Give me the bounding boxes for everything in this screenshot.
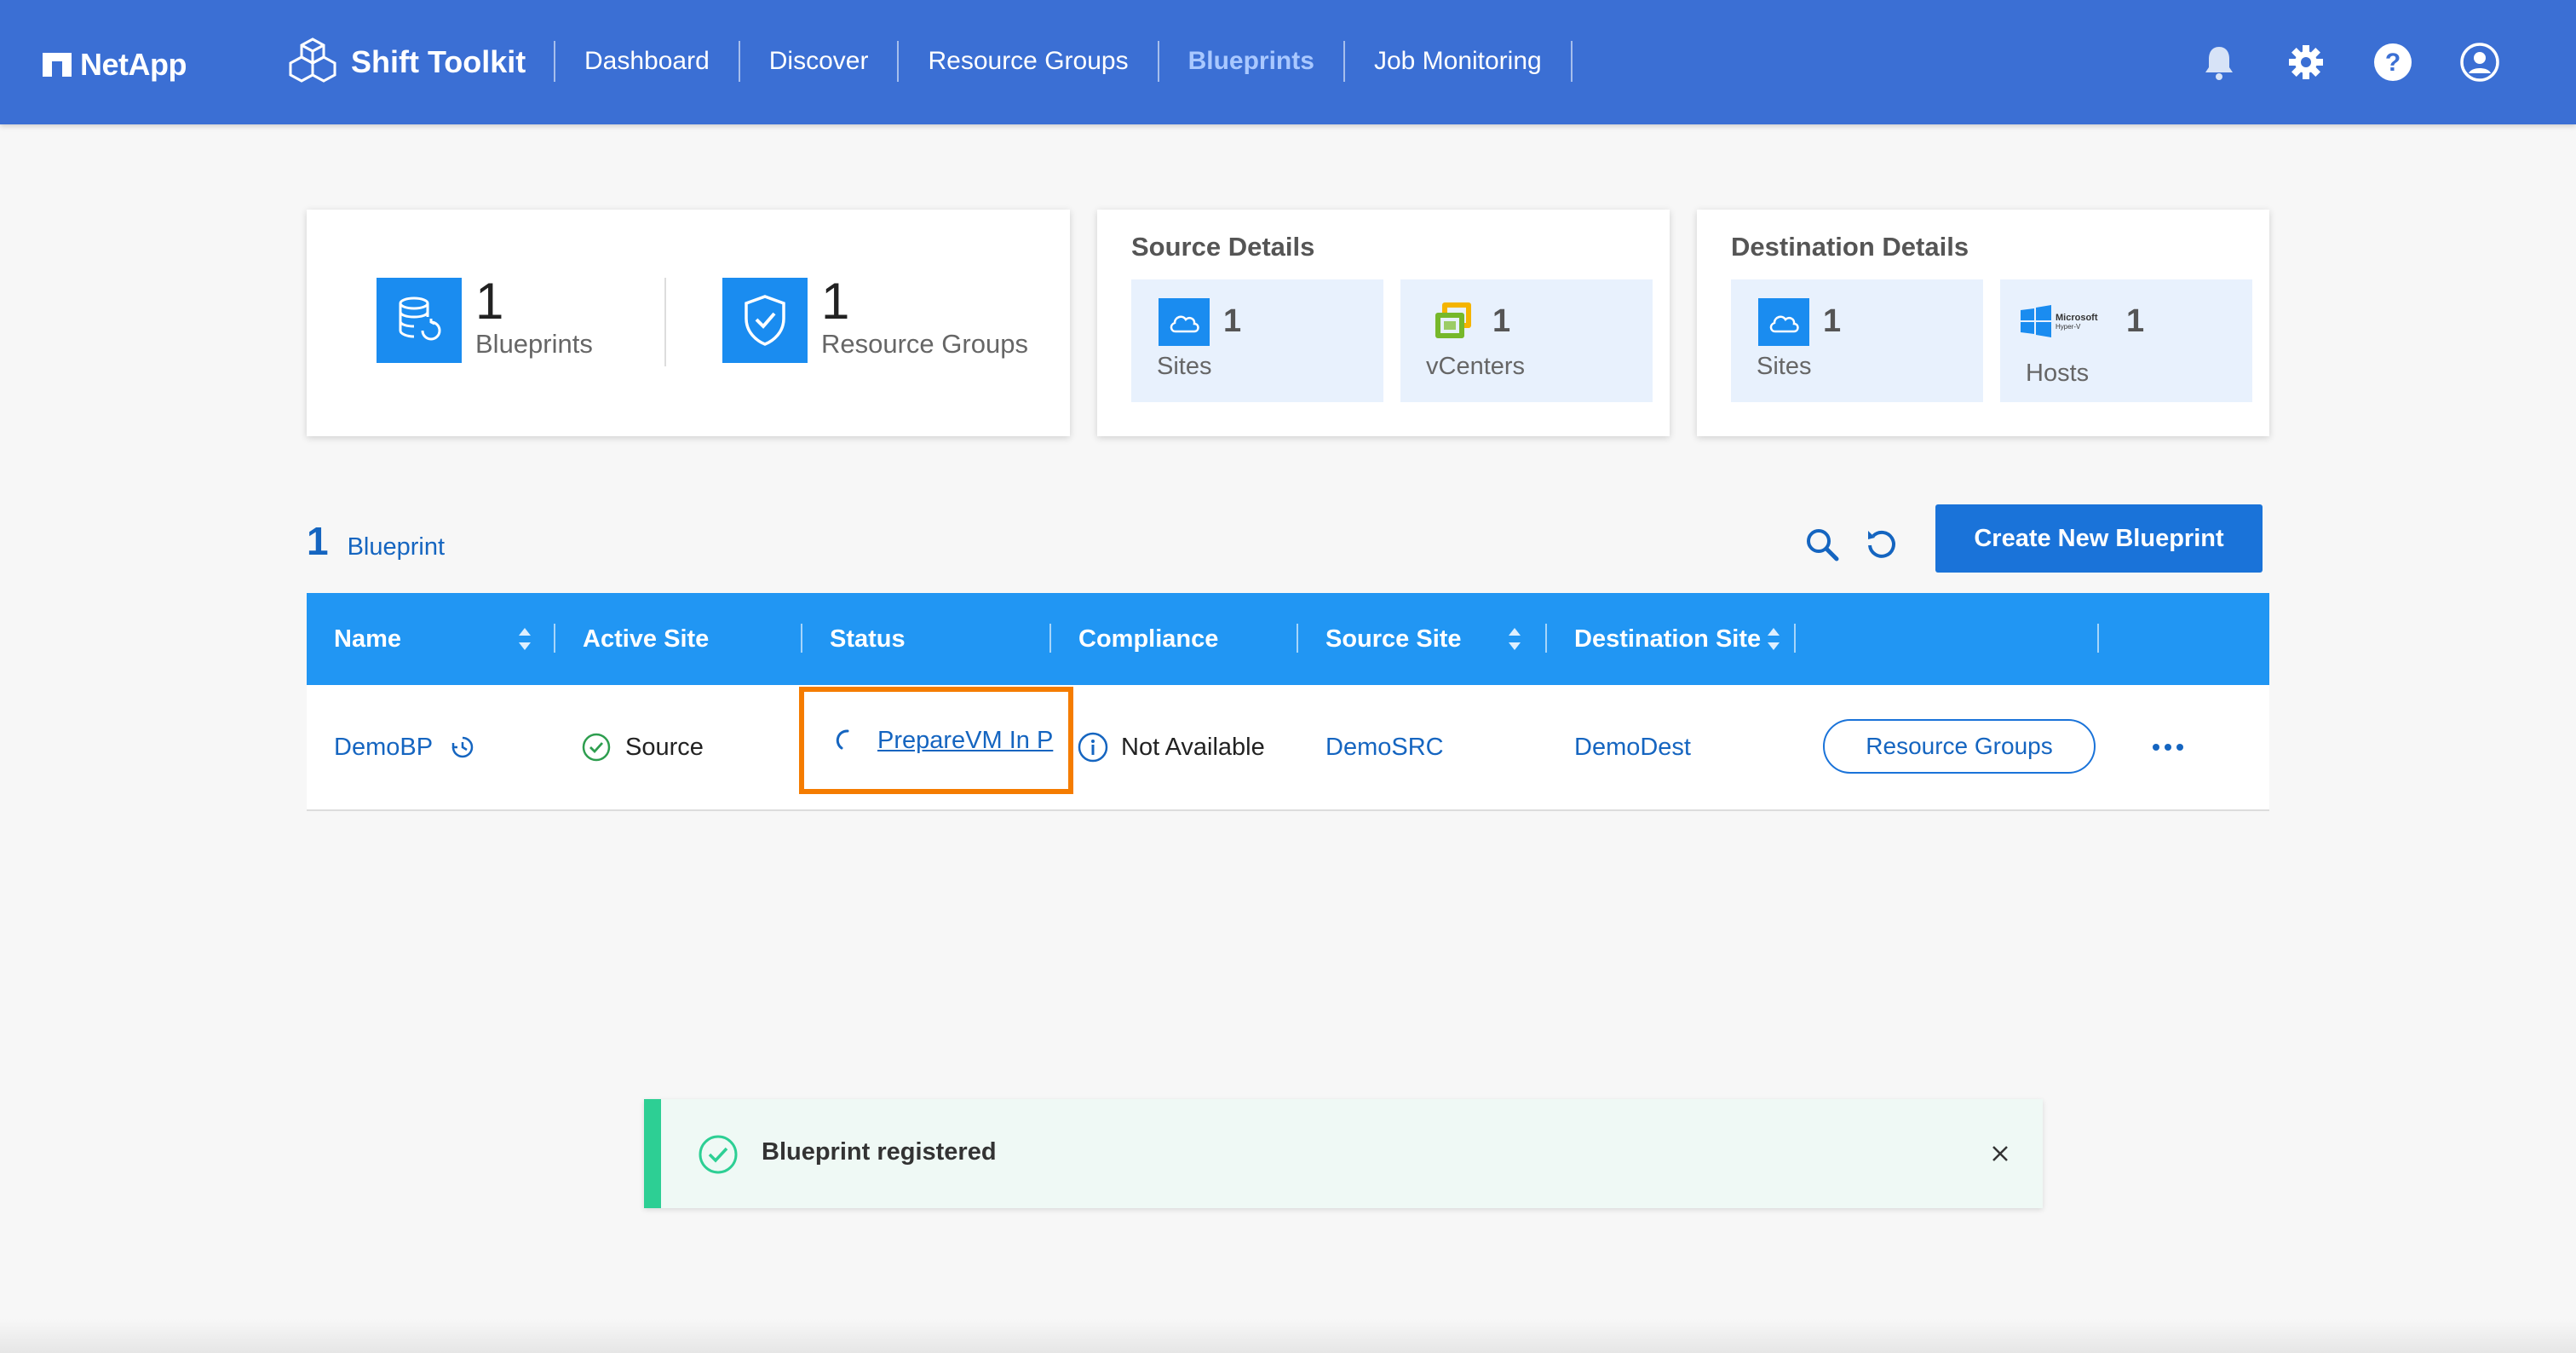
column-divider — [1794, 624, 1796, 653]
resource-groups-button[interactable]: Resource Groups — [1823, 719, 2096, 774]
schedule-icon[interactable] — [450, 734, 475, 760]
resource-groups-label: Resource Groups — [821, 329, 1028, 359]
nav-discover[interactable]: Discover — [740, 37, 898, 85]
toast-message: Blueprint registered — [762, 1138, 997, 1166]
status-link[interactable]: PrepareVM In P — [877, 727, 1053, 755]
check-circle-icon — [582, 733, 611, 762]
gear-icon[interactable] — [2286, 43, 2326, 82]
sort-icon[interactable] — [1765, 625, 1782, 653]
nav-divider — [1570, 41, 1573, 82]
destination-details-card: Destination Details 1 Sites Microsoft Hy… — [1697, 210, 2269, 436]
destination-hosts-label: Hosts — [2026, 360, 2090, 387]
active-site-value: Source — [625, 733, 704, 761]
blueprints-count: 1 — [475, 273, 504, 330]
blueprint-count-label: Blueprint — [347, 533, 446, 561]
destination-sites-label: Sites — [1757, 353, 1812, 380]
source-vcenters-tile[interactable]: 1 vCenters — [1400, 279, 1653, 402]
active-site-cell: Source — [581, 685, 704, 809]
cloud-icon — [1159, 298, 1210, 346]
source-site-link[interactable]: DemoSRC — [1325, 685, 1444, 809]
blueprints-stat: 1 Blueprints — [377, 273, 593, 363]
nav-blueprints[interactable]: Blueprints — [1159, 37, 1343, 85]
header-actions: ? — [2199, 43, 2499, 82]
summary-card: 1 Blueprints 1 Resource Groups — [307, 210, 1070, 436]
loading-spinner-icon — [836, 729, 849, 750]
column-divider — [2097, 624, 2099, 653]
shield-check-icon — [722, 278, 808, 363]
source-details-card: Source Details 1 Sites 1 vCenters — [1097, 210, 1670, 436]
table-header: Name Active Site Status Compliance Sourc… — [307, 593, 2269, 685]
refresh-icon[interactable] — [1862, 525, 1901, 564]
nav-job-monitoring[interactable]: Job Monitoring — [1345, 37, 1571, 85]
status-highlight-box: PrepareVM In P — [799, 687, 1073, 794]
column-header-active-site[interactable]: Active Site — [555, 593, 709, 685]
hyper-v-logo-text-2: Hyper-V — [2056, 323, 2081, 331]
source-sites-tile[interactable]: 1 Sites — [1131, 279, 1383, 402]
sort-icon[interactable] — [516, 625, 533, 653]
source-vcenters-label: vCenters — [1426, 353, 1526, 380]
success-toast: Blueprint registered — [644, 1099, 2043, 1208]
stat-divider — [664, 278, 666, 366]
top-navigation-bar: NetApp Shift Toolkit Dashboard Discover … — [0, 0, 2576, 124]
table-row: DemoBP Source PrepareVM In P Not Availab… — [307, 685, 2269, 811]
column-header-source-site[interactable]: Source Site — [1298, 593, 1462, 685]
nav-dashboard[interactable]: Dashboard — [555, 37, 739, 85]
destination-sites-tile[interactable]: 1 Sites — [1731, 279, 1983, 402]
blueprints-label: Blueprints — [475, 329, 593, 359]
help-icon[interactable]: ? — [2373, 43, 2412, 82]
blueprints-table: Name Active Site Status Compliance Sourc… — [307, 593, 2269, 811]
database-icon — [377, 278, 462, 363]
compliance-cell: Not Available — [1077, 685, 1265, 809]
hyper-v-logo-text-1: Microsoft — [2056, 313, 2098, 323]
cubes-icon — [289, 37, 336, 83]
close-icon[interactable] — [1983, 1137, 2017, 1171]
resource-groups-stat: 1 Resource Groups — [722, 273, 1028, 363]
column-header-name[interactable]: Name — [307, 593, 401, 685]
netapp-logo-mark — [43, 53, 72, 77]
destination-sites-count: 1 — [1823, 303, 1842, 339]
blueprint-count-number: 1 — [307, 519, 329, 563]
page-bottom-edge — [0, 1319, 2576, 1353]
column-header-status[interactable]: Status — [802, 593, 906, 685]
search-icon[interactable] — [1803, 525, 1842, 564]
source-vcenters-count: 1 — [1492, 303, 1511, 339]
blueprint-name-cell: DemoBP — [334, 685, 475, 809]
compliance-value: Not Available — [1121, 733, 1265, 761]
netapp-logo[interactable]: NetApp — [43, 47, 187, 82]
column-header-compliance[interactable]: Compliance — [1051, 593, 1218, 685]
app-title-text: Shift Toolkit — [351, 44, 526, 79]
create-new-blueprint-button[interactable]: Create New Blueprint — [1935, 504, 2263, 573]
destination-site-link[interactable]: DemoDest — [1574, 685, 1691, 809]
destination-hosts-tile[interactable]: Microsoft Hyper-V 1 Hosts — [2000, 279, 2252, 402]
source-details-title: Source Details — [1131, 232, 1315, 262]
blueprint-list-count: 1 Blueprint — [307, 518, 445, 564]
check-circle-icon — [699, 1135, 738, 1174]
vcenter-icon — [1428, 298, 1479, 346]
bell-icon[interactable] — [2199, 43, 2239, 82]
svg-text:?: ? — [2385, 49, 2401, 77]
column-header-destination-site[interactable]: Destination Site — [1547, 593, 1761, 685]
resource-groups-count: 1 — [821, 273, 850, 330]
brand-name: NetApp — [80, 47, 187, 82]
main-nav: Dashboard Discover Resource Groups Bluep… — [554, 37, 1573, 85]
sort-icon[interactable] — [1506, 625, 1523, 653]
info-icon — [1078, 732, 1108, 763]
nav-resource-groups[interactable]: Resource Groups — [899, 37, 1157, 85]
app-title[interactable]: Shift Toolkit — [286, 32, 526, 92]
more-options-icon[interactable] — [2147, 728, 2189, 767]
destination-hosts-count: 1 — [2126, 303, 2145, 339]
blueprint-name-link[interactable]: DemoBP — [334, 734, 433, 762]
source-sites-count: 1 — [1223, 303, 1242, 339]
hyper-v-logo: Microsoft Hyper-V — [2019, 298, 2104, 346]
user-icon[interactable] — [2460, 43, 2499, 82]
source-sites-label: Sites — [1157, 353, 1212, 380]
cloud-icon — [1758, 298, 1809, 346]
destination-details-title: Destination Details — [1731, 232, 1969, 262]
